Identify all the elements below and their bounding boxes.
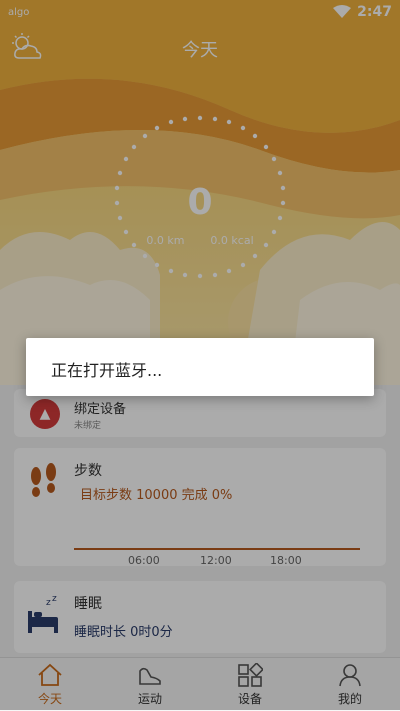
dialog-message: 正在打开蓝牙... (51, 361, 163, 380)
bluetooth-progress-dialog: 正在打开蓝牙... (26, 338, 374, 396)
